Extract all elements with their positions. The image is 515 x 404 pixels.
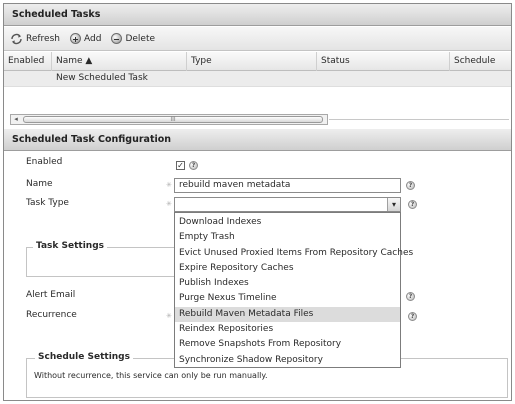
scroll-left-icon[interactable]: ◂ xyxy=(11,115,21,124)
dropdown-option[interactable]: Expire Repository Caches xyxy=(175,261,400,276)
dropdown-option[interactable]: Empty Trash xyxy=(175,230,400,245)
toolbar: Refresh Add Delete xyxy=(4,27,511,51)
name-input[interactable]: rebuild maven metadata xyxy=(174,178,401,193)
add-icon xyxy=(70,33,81,44)
table-row[interactable]: New Scheduled Task xyxy=(4,71,511,87)
delete-icon xyxy=(111,33,123,44)
task-type-dropdown-list: Download Indexes Empty Trash Evict Unuse… xyxy=(174,212,413,368)
dropdown-option[interactable]: Remove Snapshots From Repository xyxy=(175,337,400,352)
alert-email-help-icon[interactable]: ? xyxy=(406,292,415,301)
dropdown-option[interactable]: Reindex Repositories xyxy=(175,322,400,337)
tasks-grid-header: Enabled Name ▲ Type Status Schedule xyxy=(4,52,511,71)
dropdown-option[interactable]: Synchronize Shadow Repository xyxy=(175,353,400,368)
alert-email-label: Alert Email xyxy=(26,290,76,300)
config-panel-title: Scheduled Task Configuration xyxy=(12,134,172,145)
panel-title: Scheduled Tasks xyxy=(12,9,101,20)
scroll-track-divider xyxy=(329,119,509,120)
add-label: Add xyxy=(84,33,102,44)
recurrence-required-icon: ✳ xyxy=(166,312,172,320)
refresh-icon xyxy=(10,33,23,45)
horizontal-scrollbar[interactable]: ◂ III xyxy=(10,114,328,125)
scheduled-tasks-header: Scheduled Tasks xyxy=(4,4,511,26)
column-enabled[interactable]: Enabled xyxy=(4,52,52,71)
task-type-help-icon[interactable]: ? xyxy=(408,200,417,209)
add-button[interactable]: Add xyxy=(70,33,101,44)
dropdown-option[interactable]: Download Indexes xyxy=(175,215,400,230)
task-settings-legend: Task Settings xyxy=(33,241,108,251)
scheduled-tasks-window: Scheduled Tasks Refresh Add Delete Enabl… xyxy=(3,3,512,401)
recurrence-help-icon[interactable]: ? xyxy=(408,312,417,321)
task-type-select[interactable]: ▾ xyxy=(174,197,401,212)
delete-button[interactable]: Delete xyxy=(111,33,155,44)
task-name-cell: New Scheduled Task xyxy=(56,73,148,83)
chevron-down-icon[interactable]: ▾ xyxy=(387,198,400,211)
task-settings-fieldset: Task Settings xyxy=(26,241,176,277)
enabled-help-icon[interactable]: ? xyxy=(189,161,198,170)
schedule-note: Without recurrence, this service can onl… xyxy=(34,371,268,380)
enabled-label: Enabled xyxy=(26,157,63,167)
dropdown-option[interactable]: Evict Unused Proxied Items From Reposito… xyxy=(175,246,413,261)
column-status[interactable]: Status xyxy=(317,52,450,71)
name-help-icon[interactable]: ? xyxy=(406,181,415,190)
task-type-label: Task Type xyxy=(26,198,69,208)
refresh-button[interactable]: Refresh xyxy=(10,33,60,45)
column-type[interactable]: Type xyxy=(187,52,317,71)
refresh-label: Refresh xyxy=(26,33,60,44)
config-panel-header: Scheduled Task Configuration xyxy=(4,129,511,151)
dropdown-option[interactable]: Publish Indexes xyxy=(175,276,400,291)
enabled-checkbox[interactable]: ✓ xyxy=(176,161,185,170)
name-label: Name xyxy=(26,179,53,189)
dropdown-option[interactable]: Purge Nexus Timeline xyxy=(175,291,400,306)
delete-label: Delete xyxy=(125,33,156,44)
column-name[interactable]: Name ▲ xyxy=(52,52,187,71)
name-required-icon: ✳ xyxy=(166,181,172,189)
scroll-thumb[interactable]: III xyxy=(23,116,323,123)
dropdown-option-highlighted[interactable]: Rebuild Maven Metadata Files xyxy=(175,306,400,323)
recurrence-label: Recurrence xyxy=(26,310,77,320)
schedule-settings-legend: Schedule Settings xyxy=(35,352,133,362)
task-type-required-icon: ✳ xyxy=(166,200,172,208)
column-schedule[interactable]: Schedule xyxy=(450,52,511,71)
